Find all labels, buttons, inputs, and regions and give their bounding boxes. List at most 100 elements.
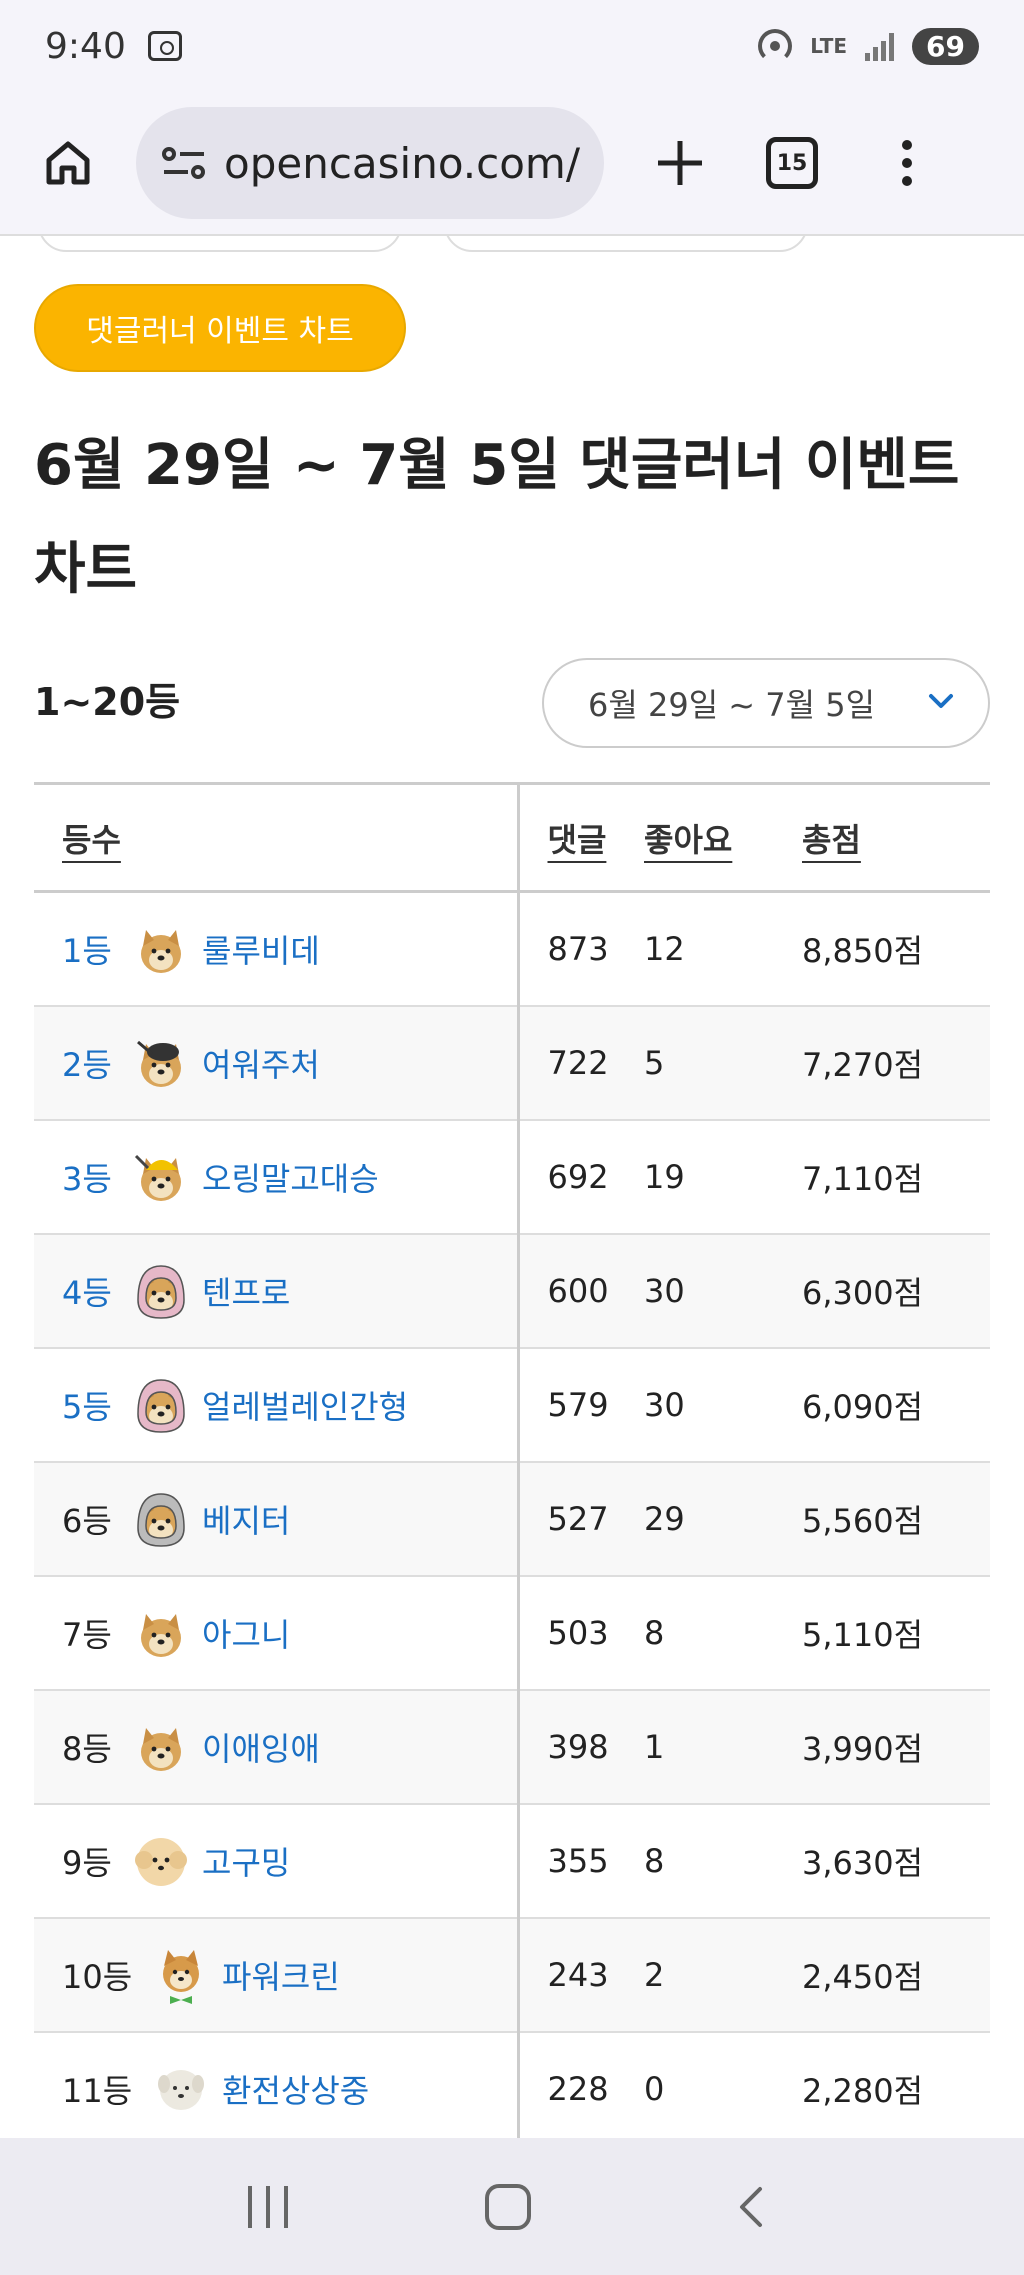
rank-cell: 9등 고구밍 bbox=[34, 1803, 520, 1919]
user-nickname-link[interactable]: 텐프로 bbox=[202, 1268, 290, 1314]
table-row: 3등 오링말고대승 692 19 7,110점 bbox=[34, 1119, 990, 1235]
rank-cell: 1등 룰루비데 bbox=[34, 891, 520, 1007]
address-bar[interactable]: opencasino.com/ bbox=[136, 107, 604, 219]
user-nickname-link[interactable]: 아그니 bbox=[202, 1610, 290, 1656]
table-row: 10등 파워크린 243 2 2,450점 bbox=[34, 1917, 990, 2033]
user-nickname-link[interactable]: 이애잉애 bbox=[202, 1724, 320, 1770]
rank-number: 2등 bbox=[62, 1045, 112, 1084]
user-nickname-link[interactable]: 환전상상중 bbox=[222, 2066, 369, 2112]
rank-cell: 6등 베지터 bbox=[34, 1461, 520, 1577]
page-content: 댓글러너 이벤트 차트 6월 29일 ~ 7월 5일 댓글러너 이벤트 차트 1… bbox=[0, 236, 1024, 2138]
back-button[interactable] bbox=[728, 2183, 776, 2231]
rank-number: 1등 bbox=[62, 931, 112, 970]
table-row: 1등 룰루비데 873 12 8,850점 bbox=[34, 891, 990, 1007]
header-score[interactable]: 총점 bbox=[802, 782, 990, 893]
user-avatar[interactable] bbox=[130, 1260, 192, 1322]
header-comments[interactable]: 댓글 bbox=[518, 782, 644, 893]
rank-number: 10등 bbox=[62, 1957, 133, 1996]
more-vert-icon bbox=[902, 140, 912, 150]
user-nickname-link[interactable]: 오링말고대승 bbox=[202, 1154, 379, 1200]
user-nickname-link[interactable]: 얼레벌레인간형 bbox=[202, 1382, 408, 1428]
hotspot-icon bbox=[758, 29, 793, 63]
category-pill[interactable] bbox=[444, 236, 808, 252]
like-count: 8 bbox=[644, 1575, 802, 1691]
total-score: 7,110점 bbox=[802, 1119, 990, 1235]
user-avatar[interactable] bbox=[130, 1032, 192, 1094]
user-nickname-link[interactable]: 룰루비데 bbox=[202, 926, 320, 972]
recent-apps-button[interactable] bbox=[248, 2185, 289, 2228]
total-score: 2,450점 bbox=[802, 1917, 990, 2033]
comment-count: 600 bbox=[518, 1233, 644, 1349]
status-bar: 9:40 LTE 69 bbox=[0, 0, 1024, 92]
header-likes[interactable]: 좋아요 bbox=[644, 782, 802, 893]
battery-level: 69 bbox=[912, 27, 979, 65]
table-row: 4등 텐프로 600 30 6,300점 bbox=[34, 1233, 990, 1349]
status-time: 9:40 bbox=[45, 25, 126, 67]
comment-count: 527 bbox=[518, 1461, 644, 1577]
system-nav-bar bbox=[0, 2138, 1024, 2275]
table-row: 2등 여워주처 722 5 7,270점 bbox=[34, 1005, 990, 1121]
comment-count: 503 bbox=[518, 1575, 644, 1691]
user-avatar[interactable] bbox=[130, 918, 192, 980]
rank-number: 6등 bbox=[62, 1501, 112, 1540]
rank-cell: 11등 환전상상중 bbox=[34, 2031, 520, 2138]
user-avatar[interactable] bbox=[130, 1830, 192, 1892]
rank-cell: 5등 얼레벌레인간형 bbox=[34, 1347, 520, 1463]
nav-home-button[interactable] bbox=[484, 2183, 531, 2230]
like-count: 30 bbox=[644, 1233, 802, 1349]
rank-cell: 7등 아그니 bbox=[34, 1575, 520, 1691]
user-avatar[interactable] bbox=[130, 1716, 192, 1778]
user-nickname-link[interactable]: 베지터 bbox=[202, 1496, 290, 1542]
home-icon bbox=[46, 141, 90, 185]
url-text: opencasino.com/ bbox=[224, 138, 580, 188]
rank-cell: 2등 여워주처 bbox=[34, 1005, 520, 1121]
browser-toolbar: opencasino.com/ 15 bbox=[0, 92, 1024, 236]
header-rank[interactable]: 등수 bbox=[34, 782, 520, 893]
user-avatar[interactable] bbox=[130, 1146, 192, 1208]
rank-number: 7등 bbox=[62, 1615, 112, 1654]
rank-number: 4등 bbox=[62, 1273, 112, 1312]
like-count: 8 bbox=[644, 1803, 802, 1919]
event-chart-button[interactable]: 댓글러너 이벤트 차트 bbox=[34, 284, 406, 372]
signal-icon bbox=[865, 31, 895, 61]
comment-count: 873 bbox=[518, 891, 644, 1007]
total-score: 5,560점 bbox=[802, 1461, 990, 1577]
network-type-label: LTE bbox=[810, 34, 848, 58]
plus-icon bbox=[658, 141, 702, 185]
more-menu-button[interactable] bbox=[902, 140, 912, 186]
user-nickname-link[interactable]: 여워주처 bbox=[202, 1040, 320, 1086]
user-avatar[interactable] bbox=[150, 2058, 212, 2120]
site-settings-icon[interactable] bbox=[160, 143, 208, 183]
total-score: 6,300점 bbox=[802, 1233, 990, 1349]
status-indicators: LTE 69 bbox=[758, 27, 979, 65]
table-row: 6등 베지터 527 29 5,560점 bbox=[34, 1461, 990, 1577]
comment-count: 722 bbox=[518, 1005, 644, 1121]
rank-number: 3등 bbox=[62, 1159, 112, 1198]
ranking-table: 등수 댓글 좋아요 총점 1등 룰루비데 873 12 8,850점 2등 여워주처 722 5… bbox=[34, 782, 990, 2138]
table-row: 7등 아그니 503 8 5,110점 bbox=[34, 1575, 990, 1691]
total-score: 2,280점 bbox=[802, 2031, 990, 2138]
user-nickname-link[interactable]: 고구밍 bbox=[202, 1838, 290, 1884]
tab-switcher-button[interactable]: 15 bbox=[766, 137, 818, 189]
rank-number: 8등 bbox=[62, 1729, 112, 1768]
new-tab-button[interactable] bbox=[648, 131, 712, 195]
home-button[interactable] bbox=[34, 129, 102, 197]
like-count: 2 bbox=[644, 1917, 802, 2033]
rank-cell: 10등 파워크린 bbox=[34, 1917, 520, 2033]
total-score: 5,110점 bbox=[802, 1575, 990, 1691]
total-score: 8,850점 bbox=[802, 891, 990, 1007]
tab-count: 15 bbox=[776, 150, 808, 176]
user-nickname-link[interactable]: 파워크린 bbox=[222, 1952, 340, 1998]
rank-cell: 3등 오링말고대승 bbox=[34, 1119, 520, 1235]
like-count: 12 bbox=[644, 891, 802, 1007]
category-pill[interactable] bbox=[38, 236, 402, 252]
total-score: 3,630점 bbox=[802, 1803, 990, 1919]
rank-number: 5등 bbox=[62, 1387, 112, 1426]
user-avatar[interactable] bbox=[130, 1374, 192, 1436]
rank-range-label: 1~20등 bbox=[34, 680, 181, 724]
user-avatar[interactable] bbox=[150, 1944, 212, 2006]
user-avatar[interactable] bbox=[130, 1602, 192, 1664]
date-range-select[interactable]: 6월 29일 ~ 7월 5일 bbox=[542, 658, 990, 748]
user-avatar[interactable] bbox=[130, 1488, 192, 1550]
comment-count: 398 bbox=[518, 1689, 644, 1805]
